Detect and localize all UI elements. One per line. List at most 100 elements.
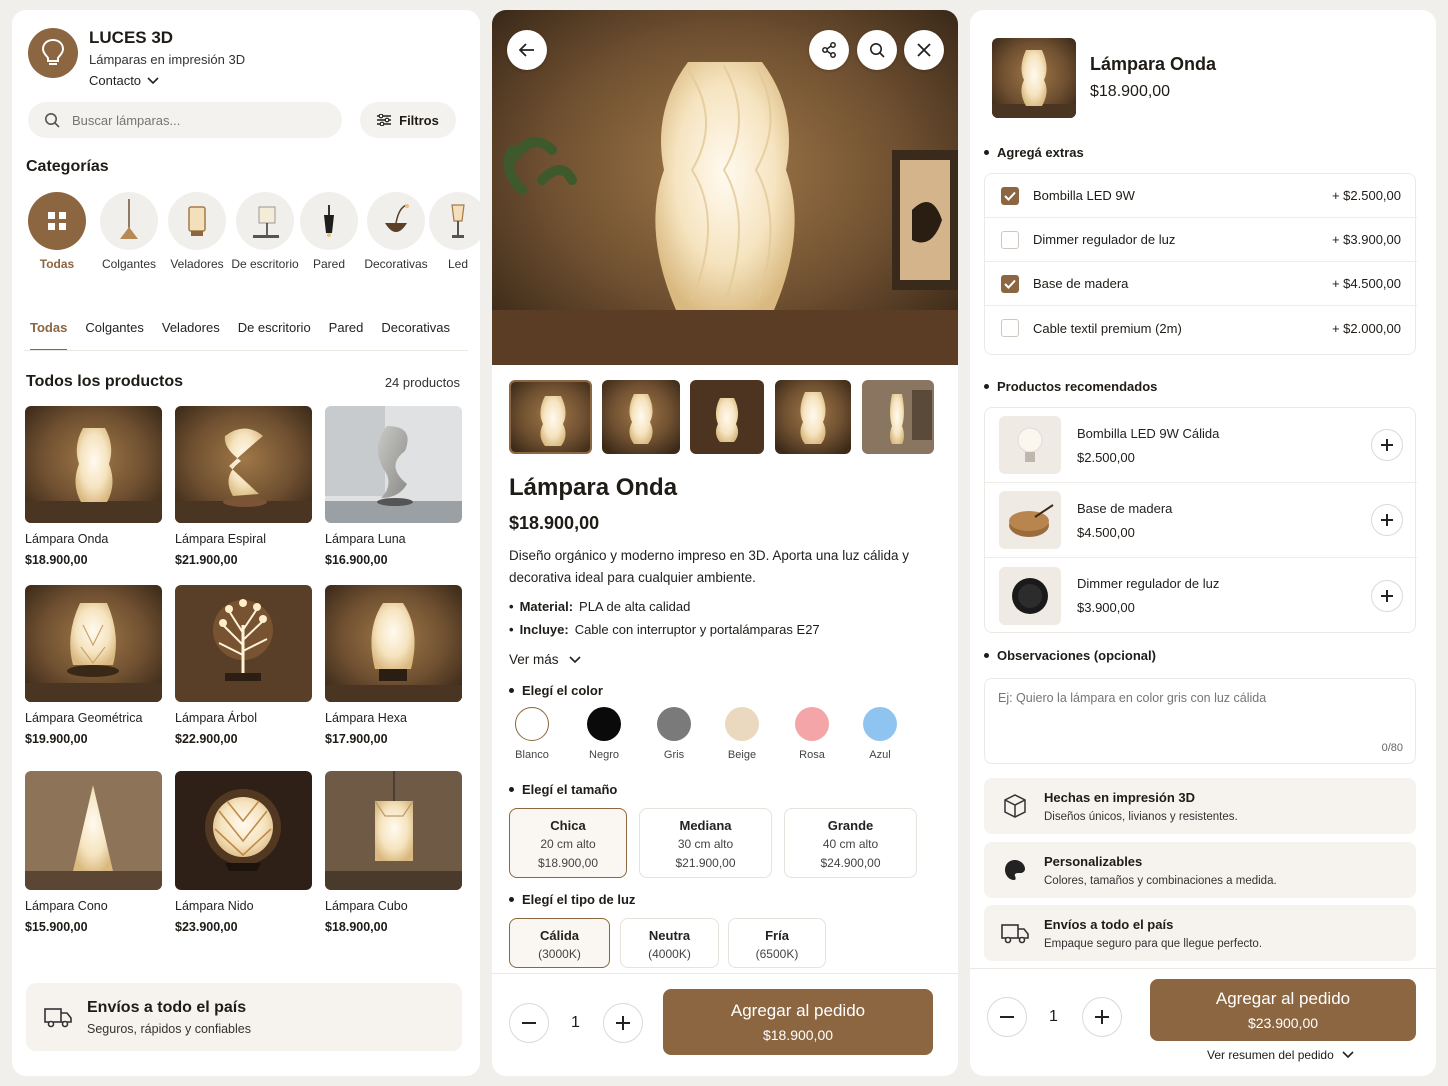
add-recommended-button[interactable] [1371, 504, 1403, 536]
product-image [175, 771, 312, 890]
notes-textarea[interactable] [998, 691, 1398, 731]
extra-option[interactable]: Dimmer regulador de luz + $3.900,00 [985, 218, 1417, 262]
extra-option[interactable]: Cable textil premium (2m) + $2.000,00 [985, 306, 1417, 350]
minus-icon [522, 1022, 536, 1024]
tabs-divider [24, 350, 468, 351]
bedside-lamp-icon [188, 206, 206, 236]
zoom-button[interactable] [857, 30, 897, 70]
notes-field[interactable]: 0/80 [984, 678, 1416, 764]
product-card[interactable]: Lámpara Onda $18.900,00 [25, 406, 162, 567]
color-option-azul[interactable]: Azul [855, 707, 905, 761]
share-button[interactable] [809, 30, 849, 70]
back-button[interactable] [507, 30, 547, 70]
product-name: Lámpara Luna [325, 532, 406, 546]
cart-product-title: Lámpara Onda [1090, 54, 1217, 74]
extra-label: Cable textil premium (2m) [1033, 320, 1182, 336]
checkbox-checked[interactable] [1001, 186, 1019, 205]
category-led[interactable]: Led [426, 192, 480, 271]
cta-label: Agregar al pedido [730, 1001, 866, 1020]
close-button[interactable] [904, 30, 944, 70]
thumbnail-1[interactable] [509, 380, 592, 454]
color-option-blanco[interactable]: Blanco [507, 707, 557, 761]
contact-label: Contacto [89, 73, 142, 88]
extra-option[interactable]: Bombilla LED 9W + $2.500,00 [985, 174, 1417, 218]
size-price: $18.900,00 [537, 856, 599, 870]
cart-product-image [992, 38, 1076, 118]
thumbnail-2[interactable] [602, 380, 680, 454]
light-temp: (6500K) [755, 947, 799, 961]
extra-label: Bombilla LED 9W [1033, 188, 1135, 203]
light-title: Elegí el tipo de luz [509, 892, 635, 907]
category-escritorio[interactable]: De escritorio [230, 192, 300, 271]
tab-veladores[interactable]: Veladores [162, 320, 220, 351]
cta-label: Agregar al pedido [1215, 989, 1351, 1008]
color-option-rosa[interactable]: Rosa [787, 707, 837, 761]
product-price: $22.900,00 [175, 732, 238, 746]
category-pared[interactable]: Pared [294, 192, 364, 271]
product-image [25, 406, 162, 523]
product-card[interactable]: Lámpara Luna $16.900,00 [325, 406, 462, 567]
category-decorativas[interactable]: Decorativas [361, 192, 431, 271]
tab-colgantes[interactable]: Colgantes [85, 320, 144, 351]
quantity-decrease-button[interactable] [987, 997, 1027, 1037]
minus-icon [1000, 1016, 1014, 1018]
add-recommended-button[interactable] [1371, 429, 1403, 461]
quantity-value[interactable]: 1 [1049, 1008, 1058, 1026]
size-option-chica[interactable]: Chica 20 cm alto $18.900,00 [509, 808, 627, 878]
recommended-image [999, 491, 1061, 549]
checkbox-unchecked[interactable] [1001, 319, 1019, 337]
filters-button[interactable]: Filtros [360, 102, 456, 138]
add-to-order-button[interactable]: Agregar al pedido $18.900,00 [663, 989, 933, 1055]
checkbox-checked[interactable] [1001, 274, 1019, 293]
quantity-value[interactable]: 1 [571, 1014, 580, 1032]
tab-de-escritorio[interactable]: De escritorio [238, 320, 311, 351]
light-option-fria[interactable]: Fría (6500K) [728, 918, 826, 968]
category-label: De escritorio [231, 257, 299, 271]
size-option-grande[interactable]: Grande 40 cm alto $24.900,00 [784, 808, 917, 878]
light-option-neutra[interactable]: Neutra (4000K) [620, 918, 719, 968]
quantity-increase-button[interactable] [603, 1003, 643, 1043]
thumbnail-4[interactable] [775, 380, 851, 454]
checkbox-unchecked[interactable] [1001, 230, 1019, 249]
add-to-order-button[interactable]: Agregar al pedido $23.900,00 [1150, 979, 1416, 1041]
order-summary-link[interactable]: Ver resumen del pedido [1207, 1048, 1354, 1062]
size-option-mediana[interactable]: Mediana 30 cm alto $21.900,00 [639, 808, 772, 878]
product-name: Lámpara Cono [25, 899, 108, 913]
product-card[interactable]: Lámpara Geométrica $19.900,00 [25, 585, 162, 746]
quantity-decrease-button[interactable] [509, 1003, 549, 1043]
search-bar[interactable] [28, 102, 342, 138]
product-card[interactable]: Lámpara Espiral $21.900,00 [175, 406, 312, 567]
color-option-beige[interactable]: Beige [717, 707, 767, 761]
thumbnail-5[interactable] [862, 380, 934, 454]
see-more-link[interactable]: Ver más [509, 652, 581, 667]
category-colgantes[interactable]: Colgantes [94, 192, 164, 271]
contact-dropdown[interactable]: Contacto [89, 73, 159, 88]
product-card[interactable]: Lámpara Nido $23.900,00 [175, 771, 312, 934]
product-card[interactable]: Lámpara Cubo $18.900,00 [325, 771, 462, 934]
category-todas[interactable]: Todas [22, 192, 92, 271]
tab-todas[interactable]: Todas [30, 320, 68, 351]
color-option-negro[interactable]: Negro [579, 707, 629, 761]
quantity-increase-button[interactable] [1082, 997, 1122, 1037]
color-label: Gris [663, 749, 685, 761]
light-option-calida[interactable]: Cálida (3000K) [509, 918, 610, 968]
add-recommended-button[interactable] [1371, 579, 1403, 612]
search-icon [45, 113, 60, 128]
footer-divider [492, 973, 958, 974]
search-input[interactable] [72, 112, 312, 128]
product-card[interactable]: Lámpara Árbol $22.900,00 [175, 585, 312, 746]
tab-pared[interactable]: Pared [329, 320, 364, 351]
product-card[interactable]: Lámpara Cono $15.900,00 [25, 771, 162, 934]
thumbnail-3[interactable] [690, 380, 764, 454]
tab-decorativas[interactable]: Decorativas [381, 320, 450, 351]
color-option-gris[interactable]: Gris [649, 707, 699, 761]
product-price: $19.900,00 [25, 732, 88, 746]
category-veladores[interactable]: Veladores [162, 192, 232, 271]
size-price: $21.900,00 [675, 856, 736, 870]
extra-option[interactable]: Base de madera + $4.500,00 [985, 262, 1417, 306]
product-description: Diseño orgánico y moderno impreso en 3D.… [509, 548, 909, 585]
product-card[interactable]: Lámpara Hexa $17.900,00 [325, 585, 462, 746]
feature-desc: Empaque seguro para que llegue perfecto. [1044, 937, 1263, 950]
product-detail-panel: Lámpara Onda $18.900,00 Diseño orgánico … [492, 10, 958, 1076]
check-icon [1004, 279, 1016, 289]
